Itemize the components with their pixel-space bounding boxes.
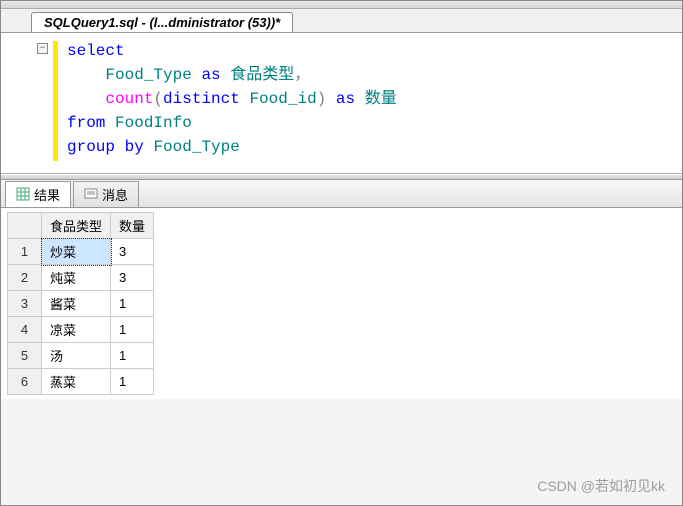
cell[interactable]: 1 <box>111 343 154 369</box>
tab-messages[interactable]: 消息 <box>73 181 139 208</box>
row-num: 3 <box>8 291 42 317</box>
kw-by: by <box>125 138 144 156</box>
change-marker <box>53 41 58 161</box>
cell[interactable]: 3 <box>111 239 154 265</box>
ident-foodtype: Food_Type <box>105 66 191 84</box>
editor-tab-bar: SQLQuery1.sql - (l...dministrator (53))* <box>1 9 682 33</box>
editor-tab[interactable]: SQLQuery1.sql - (l...dministrator (53))* <box>31 12 293 32</box>
col-header-1[interactable]: 食品类型 <box>42 213 111 239</box>
corner-cell <box>8 213 42 239</box>
cell[interactable]: 1 <box>111 317 154 343</box>
table-row[interactable]: 1炒菜3 <box>8 239 154 265</box>
row-num: 1 <box>8 239 42 265</box>
cell[interactable]: 1 <box>111 369 154 395</box>
row-num: 4 <box>8 317 42 343</box>
alias-foodtype: 食品类型 <box>230 66 294 84</box>
table-row[interactable]: 3酱菜1 <box>8 291 154 317</box>
code-block: select Food_Type as 食品类型， count(distinct… <box>67 39 672 159</box>
paren-close: ) <box>317 90 327 108</box>
func-count: count <box>105 90 153 108</box>
row-num: 5 <box>8 343 42 369</box>
cell[interactable]: 汤 <box>42 343 111 369</box>
col-header-2[interactable]: 数量 <box>111 213 154 239</box>
toolbar-strip <box>1 1 682 9</box>
ident-foodid: Food_id <box>249 90 316 108</box>
cell[interactable]: 炒菜 <box>42 239 111 265</box>
cell[interactable]: 凉菜 <box>42 317 111 343</box>
cell[interactable]: 酱菜 <box>42 291 111 317</box>
row-num: 6 <box>8 369 42 395</box>
app-window: SQLQuery1.sql - (l...dministrator (53))*… <box>0 0 683 506</box>
grid-icon <box>16 187 30 201</box>
cell[interactable]: 蒸菜 <box>42 369 111 395</box>
cell[interactable]: 1 <box>111 291 154 317</box>
table-row[interactable]: 6蒸菜1 <box>8 369 154 395</box>
kw-from: from <box>67 114 105 132</box>
kw-as2: as <box>336 90 355 108</box>
alias-count: 数量 <box>365 90 397 108</box>
tab-messages-label: 消息 <box>102 185 128 204</box>
message-icon <box>84 187 98 201</box>
table-row[interactable]: 5汤1 <box>8 343 154 369</box>
comma: ， <box>294 66 310 84</box>
sql-editor[interactable]: − select Food_Type as 食品类型， count(distin… <box>1 33 682 174</box>
cell[interactable]: 炖菜 <box>42 265 111 291</box>
kw-as: as <box>201 66 220 84</box>
table-row[interactable]: 4凉菜1 <box>8 317 154 343</box>
ident-table: FoodInfo <box>115 114 192 132</box>
watermark: CSDN @若如初见kk <box>537 476 665 496</box>
tab-results-label: 结果 <box>34 185 60 204</box>
cell[interactable]: 3 <box>111 265 154 291</box>
results-grid[interactable]: 食品类型 数量 1炒菜3 2炖菜3 3酱菜1 4凉菜1 5汤1 6蒸菜1 <box>7 212 154 395</box>
header-row: 食品类型 数量 <box>8 213 154 239</box>
kw-distinct: distinct <box>163 90 240 108</box>
kw-group: group <box>67 138 115 156</box>
ident-groupcol: Food_Type <box>153 138 239 156</box>
row-num: 2 <box>8 265 42 291</box>
results-panel: 结果 消息 食品类型 数量 1炒菜3 2炖菜3 3酱菜1 4凉菜1 5汤1 6蒸… <box>1 180 682 505</box>
results-grid-wrap: 食品类型 数量 1炒菜3 2炖菜3 3酱菜1 4凉菜1 5汤1 6蒸菜1 <box>1 208 682 399</box>
paren-open: ( <box>153 90 163 108</box>
table-row[interactable]: 2炖菜3 <box>8 265 154 291</box>
fold-icon[interactable]: − <box>37 43 48 54</box>
tab-results[interactable]: 结果 <box>5 181 71 207</box>
kw-select: select <box>67 42 125 60</box>
result-tab-bar: 结果 消息 <box>1 180 682 208</box>
